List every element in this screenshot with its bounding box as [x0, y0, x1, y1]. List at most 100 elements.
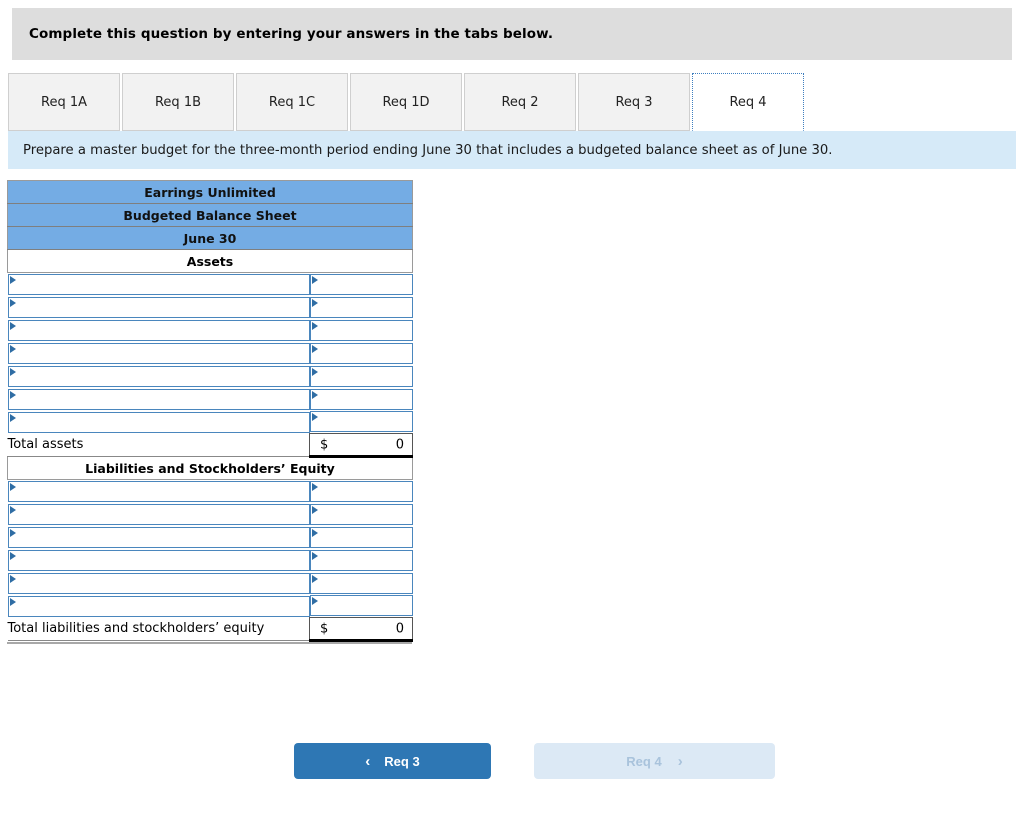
- liability-label-input-3[interactable]: [7, 526, 310, 548]
- asset-label-input-3[interactable]: [7, 319, 310, 341]
- liability-label-cell: [7, 502, 310, 526]
- asset-amount-cell: [309, 272, 413, 296]
- requirement-banner: Prepare a master budget for the three-mo…: [8, 131, 1016, 169]
- table-row: [7, 571, 413, 595]
- prev-requirement-button[interactable]: ‹ Req 3: [294, 743, 491, 779]
- statement-title-header: Budgeted Balance Sheet: [7, 203, 413, 227]
- table-row: [7, 272, 413, 296]
- asset-label-input-5[interactable]: [7, 365, 310, 387]
- liability-label-cell: [7, 594, 310, 618]
- asset-label-cell: [7, 410, 310, 434]
- total-liabilities-value: 0: [395, 621, 404, 636]
- table-row-date: June 30: [7, 226, 413, 250]
- tab-req-1a[interactable]: Req 1A: [8, 73, 120, 131]
- table-row-total-liabilities: Total liabilities and stockholders’ equi…: [7, 617, 413, 642]
- asset-label-cell: [7, 387, 310, 411]
- asset-amount-cell: [309, 364, 413, 388]
- asset-amount-input-2[interactable]: [309, 296, 413, 318]
- asset-amount-input-6[interactable]: [309, 388, 413, 410]
- total-assets-value: 0: [395, 437, 404, 452]
- tab-req-1d[interactable]: Req 1D: [350, 73, 462, 131]
- asset-amount-input-3[interactable]: [309, 319, 413, 341]
- liability-label-input-1[interactable]: [7, 480, 310, 502]
- asset-label-input-7[interactable]: [7, 411, 310, 433]
- asset-label-input-2[interactable]: [7, 296, 310, 318]
- total-assets-label: Total assets: [7, 433, 310, 457]
- liability-label-input-5[interactable]: [7, 572, 310, 594]
- asset-amount-cell: [309, 410, 413, 434]
- liability-amount-cell: [309, 479, 413, 503]
- table-row: [7, 594, 413, 618]
- tab-req-2[interactable]: Req 2: [464, 73, 576, 131]
- chevron-right-icon: ›: [677, 752, 683, 770]
- table-row: [7, 479, 413, 503]
- tab-label: Req 3: [615, 94, 653, 110]
- liability-amount-input-4[interactable]: [309, 549, 413, 571]
- asset-label-cell: [7, 341, 310, 365]
- liability-amount-cell: [309, 548, 413, 572]
- statement-date-header: June 30: [7, 226, 413, 250]
- liability-amount-input-3[interactable]: [309, 526, 413, 548]
- table-row: [7, 502, 413, 526]
- liability-amount-cell: [309, 525, 413, 549]
- asset-label-input-6[interactable]: [7, 388, 310, 410]
- tab-bar: Req 1A Req 1B Req 1C Req 1D Req 2 Req 3 Req 4: [8, 73, 806, 131]
- asset-label-input-4[interactable]: [7, 342, 310, 364]
- asset-label-cell: [7, 364, 310, 388]
- tab-req-3[interactable]: Req 3: [578, 73, 690, 131]
- total-assets-amount: $ 0: [309, 433, 413, 458]
- liability-amount-input-1[interactable]: [309, 480, 413, 502]
- table-row-company: Earrings Unlimited: [7, 180, 413, 204]
- table-row-statement: Budgeted Balance Sheet: [7, 203, 413, 227]
- liability-amount-cell: [309, 502, 413, 526]
- table-row: [7, 364, 413, 388]
- asset-label-cell: [7, 318, 310, 342]
- table-row: [7, 525, 413, 549]
- liability-label-input-6[interactable]: [7, 595, 310, 617]
- asset-label-input-1[interactable]: [7, 273, 310, 295]
- total-assets-currency: $: [320, 437, 329, 452]
- liability-label-input-2[interactable]: [7, 503, 310, 525]
- sheet-bottom-divider: [7, 642, 412, 644]
- liability-label-cell: [7, 548, 310, 572]
- table-row: [7, 318, 413, 342]
- asset-amount-input-1[interactable]: [309, 273, 413, 295]
- table-row-liabilities-title: Liabilities and Stockholders’ Equity: [7, 456, 413, 480]
- liability-amount-cell: [309, 571, 413, 595]
- liability-amount-input-5[interactable]: [309, 572, 413, 594]
- liability-amount-input-6[interactable]: [309, 595, 413, 617]
- asset-amount-input-4[interactable]: [309, 342, 413, 364]
- assets-section-title: Assets: [7, 249, 413, 273]
- tab-label: Req 2: [501, 94, 539, 110]
- asset-amount-input-5[interactable]: [309, 365, 413, 387]
- table-row: [7, 548, 413, 572]
- asset-amount-cell: [309, 295, 413, 319]
- requirement-text: Prepare a master budget for the three-mo…: [23, 142, 833, 158]
- tab-req-1c[interactable]: Req 1C: [236, 73, 348, 131]
- table-row: [7, 387, 413, 411]
- tab-req-4[interactable]: Req 4: [692, 73, 804, 131]
- table-row: [7, 295, 413, 319]
- asset-label-cell: [7, 295, 310, 319]
- navigation-bar: ‹ Req 3 Req 4 ›: [294, 743, 775, 779]
- next-requirement-label: Req 4: [626, 753, 662, 769]
- next-requirement-button[interactable]: Req 4 ›: [534, 743, 775, 779]
- table-row-total-assets: Total assets $ 0: [7, 433, 413, 458]
- table-row: [7, 410, 413, 434]
- table-row: [7, 341, 413, 365]
- company-name-header: Earrings Unlimited: [7, 180, 413, 204]
- asset-label-cell: [7, 272, 310, 296]
- tab-req-1b[interactable]: Req 1B: [122, 73, 234, 131]
- instruction-text: Complete this question by entering your …: [29, 26, 554, 42]
- total-liabilities-amount: $ 0: [309, 617, 413, 642]
- chevron-left-icon: ‹: [365, 752, 371, 770]
- liability-label-cell: [7, 479, 310, 503]
- liabilities-section-title: Liabilities and Stockholders’ Equity: [7, 456, 413, 480]
- tab-label: Req 1D: [382, 94, 430, 110]
- total-liabilities-label: Total liabilities and stockholders’ equi…: [7, 617, 310, 641]
- liability-label-input-4[interactable]: [7, 549, 310, 571]
- asset-amount-cell: [309, 318, 413, 342]
- asset-amount-input-7[interactable]: [309, 411, 413, 433]
- liability-amount-cell: [309, 594, 413, 618]
- liability-amount-input-2[interactable]: [309, 503, 413, 525]
